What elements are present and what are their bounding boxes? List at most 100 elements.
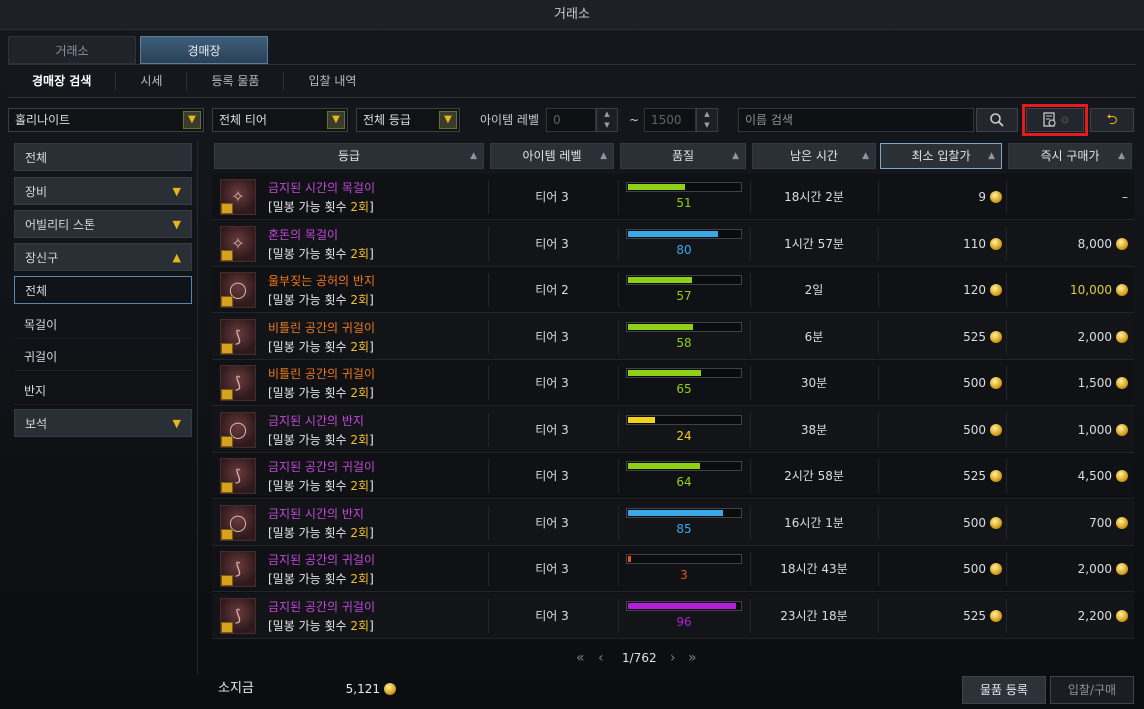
table-row[interactable]: ◯ 금지된 시간의 반지 [밀봉 가능 횟수 2회] 티어 3 24 38분 500 1,00… — [212, 406, 1134, 453]
gold-coin-icon — [1116, 423, 1128, 436]
buy-now-price: 2,000 — [1008, 546, 1128, 592]
bid-buy-button[interactable]: 입찰/구매 — [1050, 676, 1134, 704]
sidebar-item-accessory-all[interactable]: 전체 — [14, 276, 192, 304]
auction-table: 등급 ▲ 아이템 레벨 ▲ 품질 ▲ 남은 시간 ▲ 최소 입찰가 ▲ 즉시 구매가 ▲ ✧… — [212, 140, 1134, 645]
advanced-search-button[interactable] — [1022, 104, 1088, 136]
gold-coin-icon — [1116, 377, 1128, 389]
header-quality[interactable]: 품질 ▲ — [620, 143, 746, 169]
table-row[interactable]: ✧ 금지된 시간의 목걸이 [밀봉 가능 횟수 2회] 티어 3 51 18시간 2분 9 – — [212, 174, 1134, 220]
search-button[interactable] — [976, 108, 1018, 132]
buy-now-price: 1,500 — [1008, 360, 1128, 406]
tier-select[interactable]: 전체 티어 ▼ — [212, 108, 348, 132]
seal-count: [밀봉 가능 횟수 2회] — [268, 432, 374, 447]
first-page-icon[interactable]: « — [576, 647, 585, 669]
sort-icon: ▲ — [1118, 151, 1125, 161]
item-tier: 티어 3 — [535, 376, 569, 390]
seal-count: [밀봉 가능 횟수 2회] — [268, 339, 374, 354]
column-divider — [618, 412, 619, 447]
item-icon: ⟆ — [220, 551, 256, 587]
sort-icon: ▲ — [732, 151, 739, 161]
column-divider — [1006, 366, 1007, 400]
header-remaining-time[interactable]: 남은 시간 ▲ — [752, 143, 876, 169]
grade-select-value: 전체 등급 — [363, 113, 411, 127]
auction-window: 거래소 거래소 경매장 경매장 검색 시세 등록 물품 입찰 내역 홀리나이트 … — [0, 0, 1144, 709]
register-item-button[interactable]: 물품 등록 — [962, 676, 1046, 704]
name-search-input[interactable]: 이름 검색 — [738, 108, 974, 132]
tab-exchange[interactable]: 거래소 — [8, 36, 136, 64]
last-page-icon[interactable]: » — [688, 647, 697, 669]
quality-bar-fill — [628, 370, 701, 376]
reset-button[interactable]: ⮌ — [1090, 108, 1134, 132]
search-icon — [990, 113, 1004, 127]
next-page-icon[interactable]: › — [670, 647, 676, 669]
sidebar-item-label: 목걸이 — [24, 318, 58, 332]
level-max-stepper[interactable]: ▲ ▼ — [696, 108, 718, 132]
quality-bar — [626, 600, 742, 611]
sidebar-item-all[interactable]: 전체 — [14, 143, 192, 171]
column-divider — [750, 226, 751, 261]
min-bid: 525 — [880, 314, 1002, 360]
sidebar-item-ring[interactable]: 반지 — [14, 377, 192, 405]
header-grade[interactable]: 등급 ▲ — [214, 143, 484, 169]
level-min-stepper[interactable]: ▲ ▼ — [596, 108, 618, 132]
header-buy-now[interactable]: 즉시 구매가 ▲ — [1008, 143, 1132, 169]
min-bid: 500 — [880, 360, 1002, 406]
sidebar-item-label: 장비 — [25, 185, 48, 199]
sidebar-item-label: 전체 — [25, 284, 48, 298]
sidebar-item-gem[interactable]: 보석 ▼ — [14, 409, 192, 437]
server-select[interactable]: 홀리나이트 ▼ — [8, 108, 204, 132]
column-divider — [750, 459, 751, 493]
gold-coin-icon — [990, 609, 1002, 622]
table-row[interactable]: ✧ 혼돈의 목걸이 [밀봉 가능 횟수 2회] 티어 3 80 1시간 57분 110 8,0… — [212, 220, 1134, 267]
item-name: 비틀린 공간의 귀걸이 — [268, 320, 375, 335]
table-row[interactable]: ⟆ 비틀린 공간의 귀걸이 [밀봉 가능 횟수 2회] 티어 3 65 30분 500 1,5… — [212, 360, 1134, 406]
tab-auction[interactable]: 경매장 — [140, 36, 268, 64]
table-row[interactable]: ⟆ 비틀린 공간의 귀걸이 [밀봉 가능 횟수 2회] 티어 3 58 6분 525 2,00… — [212, 313, 1134, 360]
quality-value: 51 — [676, 196, 692, 210]
column-divider — [1006, 412, 1007, 447]
column-divider — [750, 552, 751, 586]
level-min-input[interactable]: 0 — [546, 108, 596, 132]
gold-coin-icon — [990, 377, 1002, 389]
sealed-icon — [221, 203, 233, 214]
column-divider — [488, 180, 489, 214]
column-divider — [488, 598, 489, 633]
reset-icon: ⮌ — [1106, 112, 1118, 128]
table-row[interactable]: ⟆ 금지된 공간의 귀걸이 [밀봉 가능 횟수 2회] 티어 3 64 2시간 58분 52… — [212, 453, 1134, 499]
grade-select[interactable]: 전체 등급 ▼ — [356, 108, 460, 132]
header-item-level[interactable]: 아이템 레벨 ▲ — [490, 143, 614, 169]
sub-tabs: 경매장 검색 시세 등록 물품 입찰 내역 — [8, 64, 1136, 98]
sidebar-item-earring[interactable]: 귀걸이 — [14, 343, 192, 371]
subtab-market-price[interactable]: 시세 — [116, 72, 188, 90]
column-divider — [878, 459, 879, 493]
pagination: « ‹ 1/762 › » — [572, 647, 712, 669]
sidebar-item-equipment[interactable]: 장비 ▼ — [14, 177, 192, 205]
gold-coin-icon — [384, 683, 396, 695]
table-row[interactable]: ⟆ 금지된 공간의 귀걸이 [밀봉 가능 횟수 2회] 티어 3 3 18시간 43분 50… — [212, 546, 1134, 592]
item-tier: 티어 3 — [535, 469, 569, 483]
subtab-bid-history[interactable]: 입찰 내역 — [284, 72, 380, 90]
prev-page-icon[interactable]: ‹ — [598, 647, 604, 669]
column-divider — [488, 459, 489, 493]
sidebar-item-accessory[interactable]: 장신구 ▲ — [14, 243, 192, 271]
column-divider — [618, 505, 619, 540]
main-tabs: 거래소 경매장 — [8, 36, 272, 64]
column-divider — [1006, 459, 1007, 493]
gold-coin-icon — [1116, 470, 1128, 482]
gold-coin-icon — [1116, 609, 1128, 622]
table-row[interactable]: ◯ 금지된 시간의 반지 [밀봉 가능 횟수 2회] 티어 3 85 16시간 1분 500… — [212, 499, 1134, 546]
subtab-auction-search[interactable]: 경매장 검색 — [8, 72, 117, 90]
gold-coin-icon — [1116, 237, 1128, 250]
sidebar-item-necklace[interactable]: 목걸이 — [14, 311, 192, 339]
level-max-input[interactable]: 1500 — [644, 108, 696, 132]
header-min-bid[interactable]: 최소 입찰가 ▲ — [880, 143, 1002, 169]
item-icon: ◯ — [220, 272, 256, 308]
sidebar-item-ability-stone[interactable]: 어빌리티 스톤 ▼ — [14, 210, 192, 238]
buy-now-price: 2,200 — [1008, 593, 1128, 639]
table-row[interactable]: ◯ 울부짖는 공허의 반지 [밀봉 가능 횟수 2회] 티어 2 57 2일 120 10,0… — [212, 267, 1134, 313]
subtab-registered-items[interactable]: 등록 물품 — [187, 72, 285, 90]
quality-bar-fill — [628, 463, 700, 469]
table-row[interactable]: ⟆ 금지된 공간의 귀걸이 [밀봉 가능 횟수 2회] 티어 3 96 23시간 18분 5… — [212, 592, 1134, 639]
seal-count: [밀봉 가능 횟수 2회] — [268, 479, 374, 493]
quality-value: 3 — [680, 568, 688, 582]
